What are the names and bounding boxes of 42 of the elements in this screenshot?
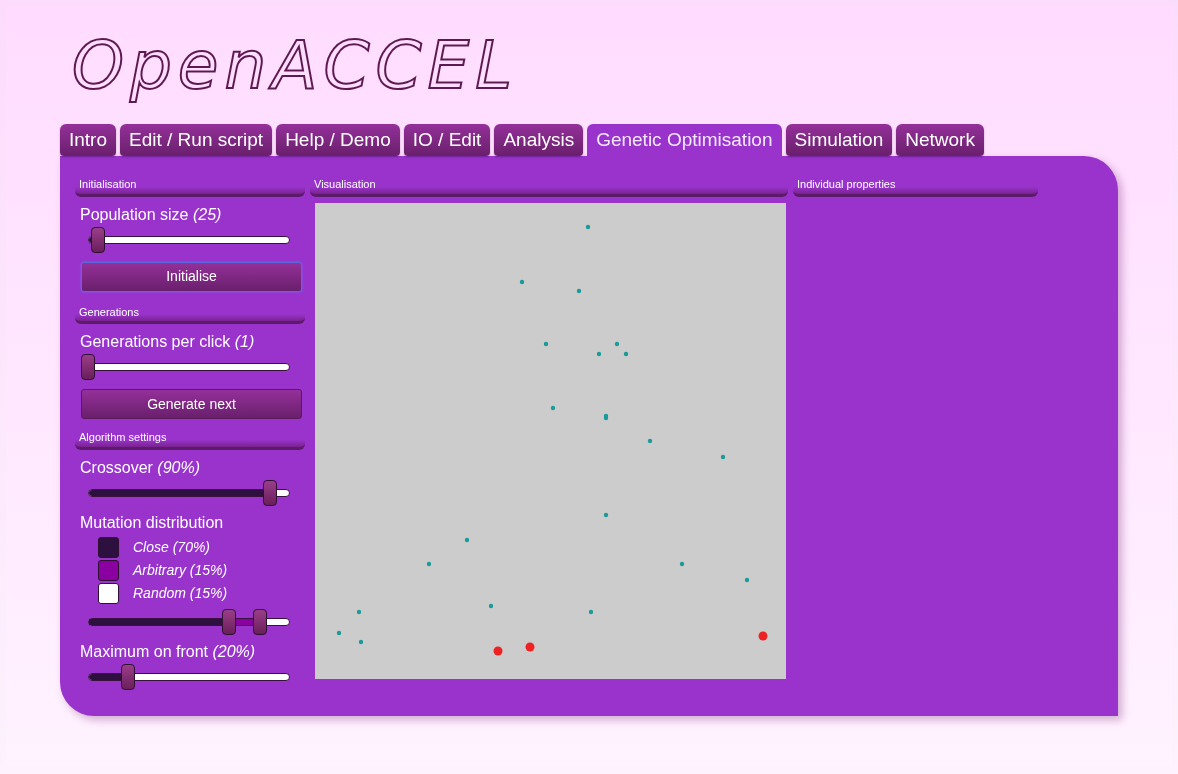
data-point (464, 537, 470, 542)
button[interactable]: Generate next (81, 389, 302, 419)
legend-label: Close (70%) (133, 538, 211, 557)
data-point (426, 561, 432, 566)
tab[interactable]: Intro (60, 124, 117, 156)
data-point (488, 603, 494, 608)
data-point (623, 351, 629, 356)
data-point (758, 631, 768, 640)
tab[interactable]: Simulation (785, 124, 893, 156)
tab[interactable]: Edit / Run script (120, 124, 273, 156)
data-point (336, 630, 342, 635)
data-point (744, 577, 750, 582)
data-point (576, 288, 582, 293)
data-point (596, 351, 602, 356)
data-point (525, 642, 535, 651)
legend-label: Arbitrary (15%) (133, 561, 228, 580)
slider-label: Generations per click (1) (80, 332, 256, 352)
data-point (720, 454, 726, 459)
tab[interactable]: Network (896, 124, 984, 156)
data-point (603, 512, 609, 517)
slider-label: Mutation distribution (80, 512, 225, 533)
slider-label: Crossover (90%) (80, 457, 202, 478)
legend-label: Random (15%) (133, 584, 228, 603)
slider-label: Population size (25) (80, 204, 223, 225)
data-point (614, 341, 620, 346)
data-point (519, 279, 525, 284)
tab[interactable]: Analysis (494, 124, 584, 156)
tab[interactable]: IO / Edit (403, 124, 491, 156)
data-point (493, 646, 503, 655)
data-point (585, 224, 591, 229)
logo: OpenACCEL (72, 26, 520, 106)
data-point (543, 341, 549, 346)
data-point (356, 609, 362, 614)
slider-label: Maximum on front (20%) (80, 641, 257, 662)
button[interactable]: Initialise (81, 261, 302, 292)
data-point (588, 609, 594, 614)
data-point (679, 561, 685, 566)
data-point (550, 405, 556, 410)
tab[interactable]: Genetic Optimisation (587, 124, 782, 156)
data-point (647, 438, 653, 443)
tab[interactable]: Help / Demo (276, 124, 400, 156)
data-point (358, 639, 364, 644)
